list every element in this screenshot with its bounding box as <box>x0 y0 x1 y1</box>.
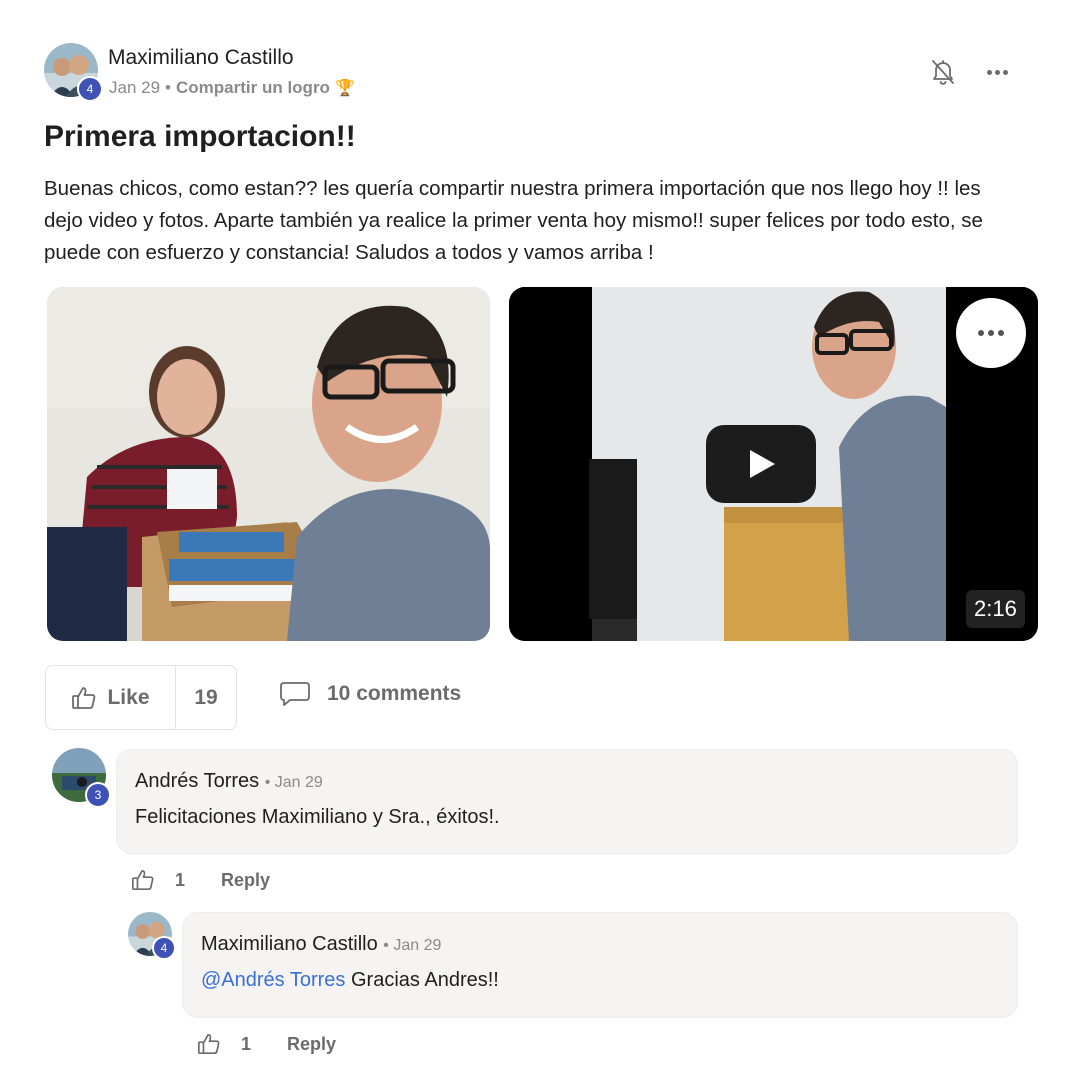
post-meta: Jan 29 • Compartir un logro 🏆 <box>109 78 355 98</box>
post-body: Buenas chicos, como estan?? les quería c… <box>44 177 983 264</box>
reply-author-line: Maximiliano Castillo • Jan 29 <box>201 933 441 956</box>
reply-text: @Andrés Torres Gracias Andres!! <box>201 969 499 992</box>
comment-author[interactable]: Andrés Torres <box>135 770 259 792</box>
post-title: Primera importacion!! <box>44 120 356 153</box>
reply-actions: 1 Reply <box>197 1032 336 1056</box>
reply-date: • Jan 29 <box>383 937 442 954</box>
comment-author-line: Andrés Torres • Jan 29 <box>135 770 323 793</box>
reply-like-count: 1 <box>241 1033 252 1054</box>
post-category[interactable]: Compartir un logro <box>176 78 330 98</box>
author-name[interactable]: Maximiliano Castillo <box>108 46 294 70</box>
play-icon[interactable] <box>706 425 816 503</box>
video-duration: 2:16 <box>966 590 1025 628</box>
bell-off-icon[interactable] <box>930 58 956 86</box>
comment-bubble-icon <box>279 680 311 708</box>
comment-date: • Jan 29 <box>264 774 323 791</box>
comment-actions: 1 Reply <box>131 868 270 892</box>
reply-bubble: Maximiliano Castillo • Jan 29 @Andrés To… <box>182 912 1018 1018</box>
author-level-badge: 4 <box>77 76 103 102</box>
post-date: Jan 29 <box>109 78 161 97</box>
comments-label: 10 comments <box>327 682 462 705</box>
comment-level-badge: 3 <box>85 782 111 808</box>
meta-separator: • <box>165 78 171 97</box>
comment-bubble: Andrés Torres • Jan 29 Felicitaciones Ma… <box>116 749 1018 854</box>
user-mention[interactable]: @Andrés Torres <box>201 969 345 991</box>
trophy-icon: 🏆 <box>334 80 355 97</box>
comment-text: Felicitaciones Maximiliano y Sra., éxito… <box>135 806 500 828</box>
comment-like-count: 1 <box>175 869 186 890</box>
reply-message: Gracias Andres!! <box>345 969 499 991</box>
post-photo[interactable] <box>47 287 490 641</box>
reply-button[interactable]: Reply <box>287 1034 336 1055</box>
like-label: Like <box>107 685 150 709</box>
thumbs-up-icon[interactable] <box>131 868 155 892</box>
reply-button[interactable]: Reply <box>221 870 270 891</box>
reply-level-badge: 4 <box>152 936 176 960</box>
thumbs-up-icon[interactable] <box>197 1032 221 1056</box>
like-control: Like 19 <box>45 665 237 730</box>
more-options-icon[interactable] <box>984 62 1010 82</box>
thumbs-up-icon <box>71 685 97 711</box>
like-button[interactable]: Like <box>46 666 176 729</box>
like-count[interactable]: 19 <box>176 666 236 729</box>
media-more-icon[interactable] <box>956 298 1026 368</box>
photo-image <box>47 287 490 641</box>
reply-author[interactable]: Maximiliano Castillo <box>201 933 378 955</box>
comments-button[interactable]: 10 comments <box>279 680 461 708</box>
